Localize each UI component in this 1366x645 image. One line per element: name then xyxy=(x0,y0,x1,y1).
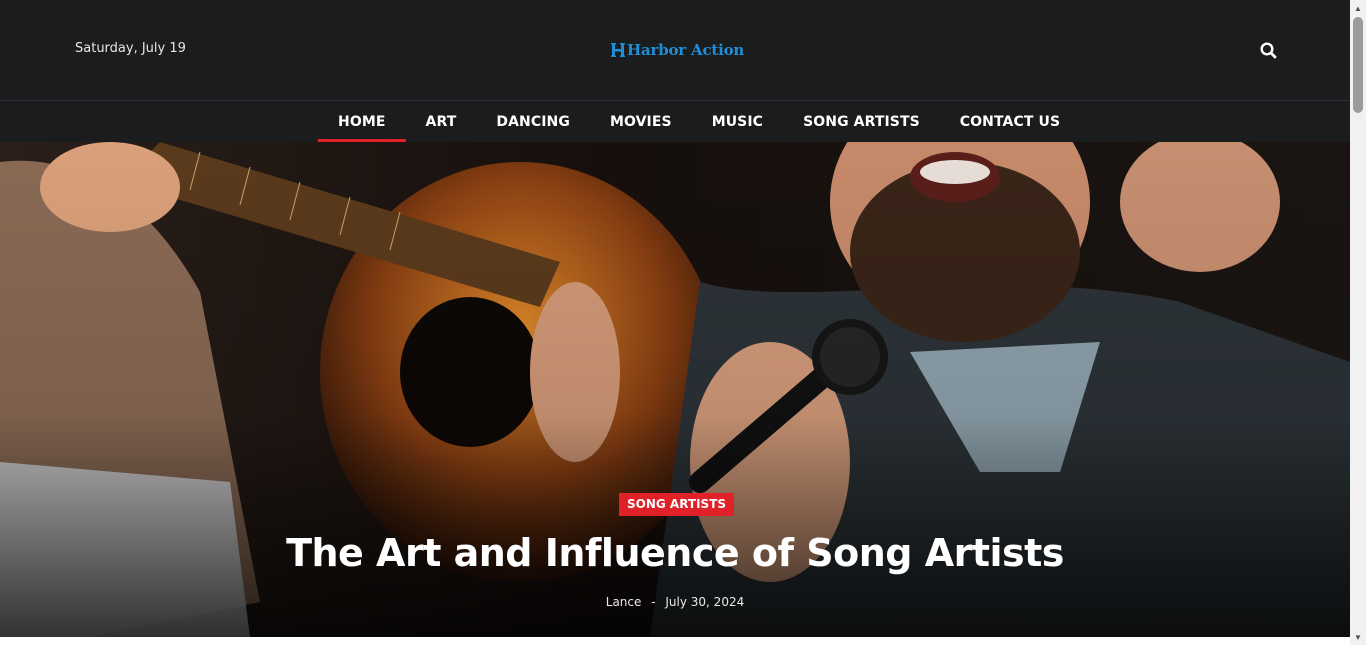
nav-item-art[interactable]: ART xyxy=(406,101,477,142)
post-date: July 30, 2024 xyxy=(665,595,745,609)
search-button[interactable] xyxy=(1258,40,1280,62)
logo-text: Harbor Action xyxy=(627,41,745,59)
nav-item-home[interactable]: HOME xyxy=(318,101,406,142)
scroll-down-arrow-icon[interactable]: ▼ xyxy=(1350,629,1366,645)
category-badge[interactable]: SONG ARTISTS xyxy=(619,493,735,516)
scroll-up-arrow-icon[interactable]: ▲ xyxy=(1350,0,1366,16)
hero-title[interactable]: The Art and Influence of Song Artists xyxy=(0,531,1350,575)
nav-item-contact-us[interactable]: CONTACT US xyxy=(940,101,1080,142)
nav-item-music[interactable]: MUSIC xyxy=(692,101,783,142)
meta-separator: - xyxy=(651,595,656,609)
nav-item-movies[interactable]: MOVIES xyxy=(590,101,692,142)
post-author[interactable]: Lance xyxy=(606,595,642,609)
top-header: Saturday, July 19 Harbor Action xyxy=(0,0,1350,100)
site-logo[interactable]: Harbor Action xyxy=(611,40,744,60)
main-navigation: HOME ART DANCING MOVIES MUSIC SONG ARTIS… xyxy=(0,100,1350,142)
search-icon xyxy=(1260,42,1277,59)
nav-list: HOME ART DANCING MOVIES MUSIC SONG ARTIS… xyxy=(318,101,1080,142)
page-scrollbar[interactable]: ▲ ▼ xyxy=(1350,0,1366,645)
current-date: Saturday, July 19 xyxy=(75,41,186,56)
nav-item-song-artists[interactable]: SONG ARTISTS xyxy=(783,101,940,142)
logo-icon xyxy=(611,42,625,58)
nav-item-dancing[interactable]: DANCING xyxy=(476,101,590,142)
scrollbar-thumb[interactable] xyxy=(1353,17,1363,113)
post-meta: Lance - July 30, 2024 xyxy=(0,595,1350,609)
